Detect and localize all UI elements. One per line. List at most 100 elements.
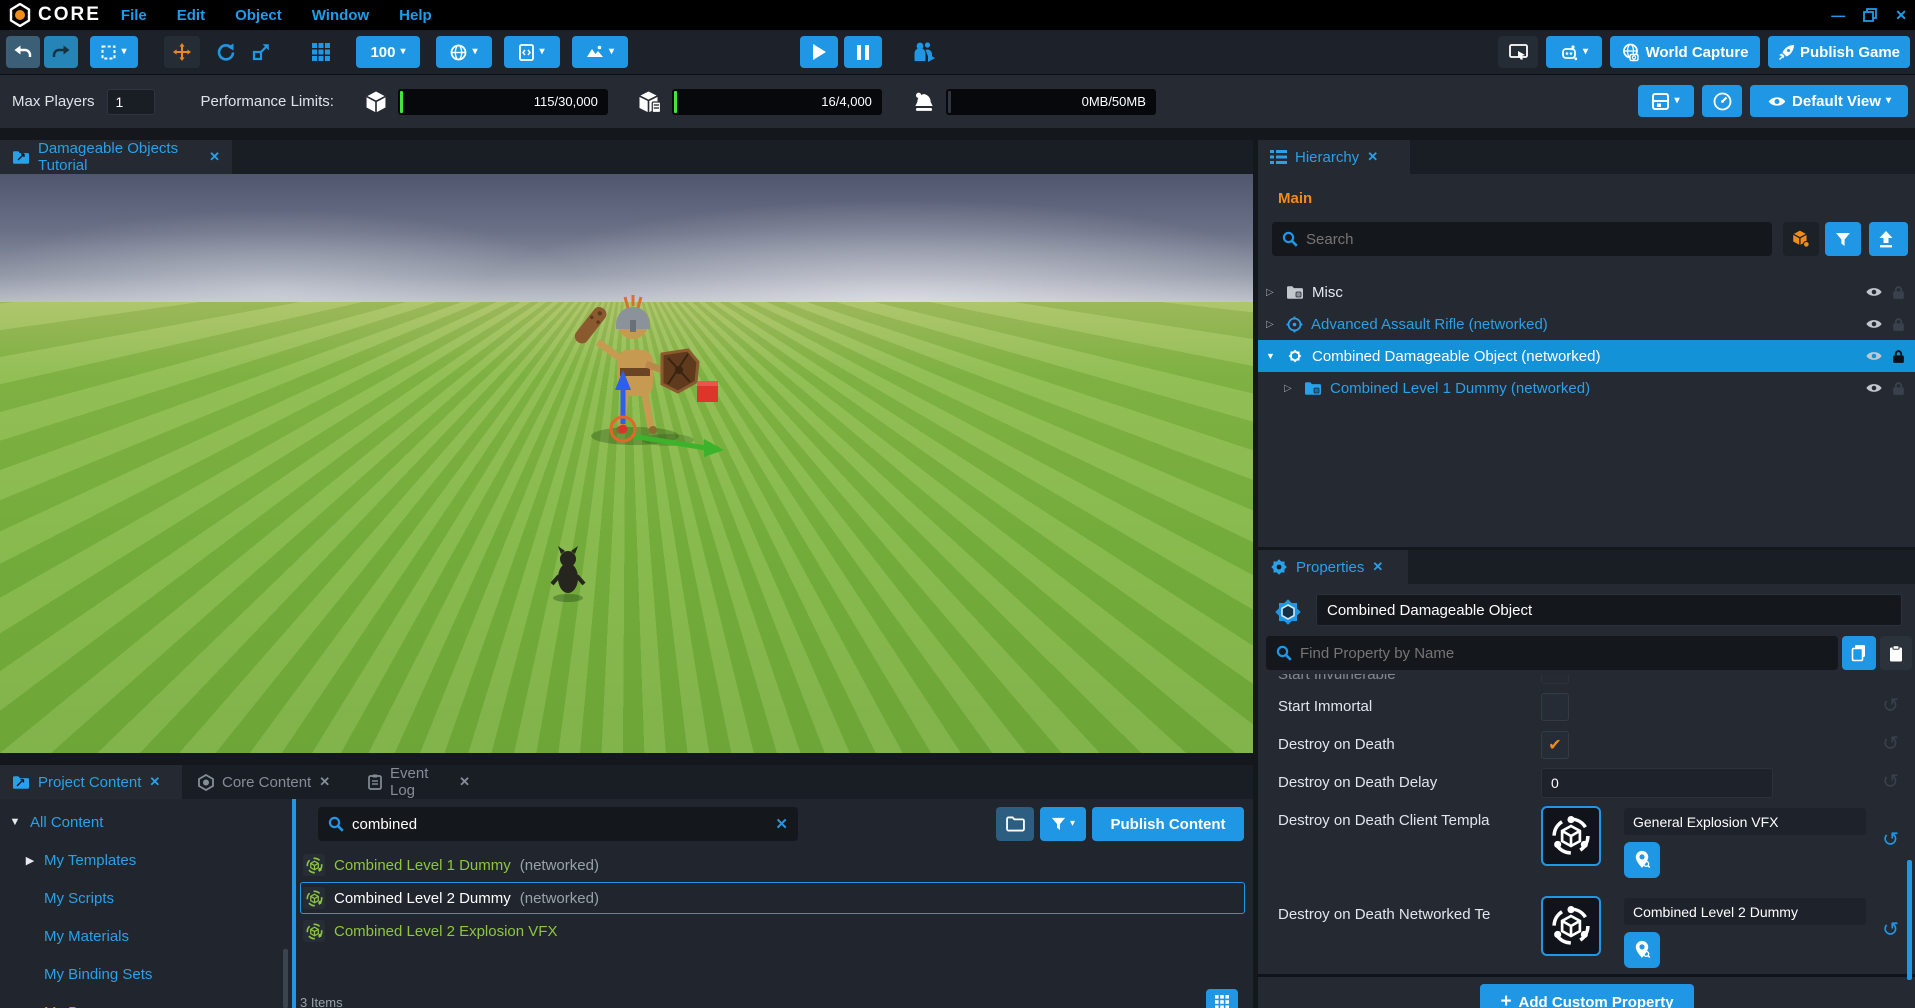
rotate-tool-button[interactable] — [208, 36, 242, 68]
hierarchy-item-misc[interactable]: ▷ Misc — [1258, 276, 1915, 308]
find-property-input[interactable] — [1300, 645, 1828, 662]
menu-window[interactable]: Window — [312, 7, 369, 24]
tab-hierarchy[interactable]: Hierarchy ✕ — [1258, 140, 1410, 174]
clear-search-icon[interactable]: ✕ — [775, 815, 788, 833]
small-creature[interactable] — [545, 546, 591, 604]
tab-close-icon[interactable]: ✕ — [319, 774, 330, 790]
lock-icon[interactable] — [1892, 285, 1905, 300]
properties-scrollbar[interactable] — [1907, 860, 1912, 980]
terrain-dropdown[interactable]: ▾ — [572, 36, 628, 68]
tab-project-content[interactable]: Project Content ✕ — [0, 765, 182, 799]
copy-properties-button[interactable] — [1842, 636, 1876, 670]
publish-content-button[interactable]: Publish Content — [1092, 807, 1244, 841]
sidebar-item-clipped[interactable]: My Ba — [0, 993, 288, 1008]
visibility-eye-icon[interactable] — [1865, 382, 1883, 394]
find-asset-button[interactable] — [1624, 932, 1660, 968]
menu-edit[interactable]: Edit — [177, 7, 205, 24]
hierarchy-item-damageable-selected[interactable]: ▼ Combined Damageable Object (networked) — [1258, 340, 1915, 372]
asset-cube-icon — [1791, 229, 1811, 249]
play-button[interactable] — [800, 36, 838, 68]
sidebar-item-my-materials[interactable]: My Materials — [0, 917, 288, 955]
expand-arrow-icon[interactable]: ▼ — [0, 816, 30, 828]
content-item-row-selected[interactable]: Combined Level 2 Dummy (networked) — [300, 882, 1245, 914]
export-button[interactable] — [1869, 222, 1903, 256]
tab-close-icon[interactable]: ✕ — [1372, 559, 1383, 575]
sidebar-scrollbar[interactable] — [283, 949, 288, 1008]
collapse-arrow-icon[interactable]: ▷ — [1266, 319, 1278, 330]
menu-help[interactable]: Help — [399, 7, 432, 24]
reset-icon-active[interactable]: ↺ — [1882, 920, 1899, 940]
open-folder-button[interactable] — [996, 807, 1034, 841]
move-tool-button[interactable] — [164, 36, 200, 68]
reset-icon[interactable]: ↺ — [1882, 734, 1899, 754]
select-tool-dropdown[interactable]: ▾ — [90, 36, 138, 68]
content-filter-dropdown[interactable]: ▾ — [1040, 807, 1086, 841]
visibility-eye-icon[interactable] — [1865, 318, 1883, 330]
visibility-eye-icon[interactable] — [1865, 350, 1883, 362]
checkbox[interactable] — [1541, 674, 1569, 684]
lock-icon[interactable] — [1892, 317, 1905, 332]
template-slot[interactable] — [1541, 896, 1601, 956]
reset-icon-active[interactable]: ↺ — [1882, 830, 1899, 850]
redo-button[interactable] — [44, 36, 78, 68]
scene-name-label: Main — [1278, 190, 1312, 207]
grid-size-dropdown[interactable]: 100 ▾ — [356, 36, 420, 68]
pause-button[interactable] — [844, 36, 882, 68]
viewport-tab[interactable]: Damageable Objects Tutorial ✕ — [0, 140, 232, 174]
find-property-field[interactable] — [1266, 636, 1838, 670]
scale-tool-button[interactable] — [244, 36, 278, 68]
3d-viewport[interactable] — [0, 174, 1253, 753]
hierarchy-filter-button[interactable] — [1825, 222, 1861, 256]
visibility-eye-icon[interactable] — [1865, 286, 1883, 298]
reset-icon[interactable]: ↺ — [1882, 772, 1899, 792]
collapse-arrow-icon[interactable]: ▶ — [16, 854, 44, 867]
sidebar-item-my-scripts[interactable]: My Scripts — [0, 879, 288, 917]
world-settings-dropdown[interactable]: ▾ — [436, 36, 492, 68]
tab-close-icon[interactable]: ✕ — [149, 774, 160, 790]
tab-event-log[interactable]: Event Log ✕ — [356, 765, 482, 799]
content-search-input[interactable] — [352, 816, 767, 833]
menu-file[interactable]: File — [121, 7, 147, 24]
property-row-networked-template: Destroy on Death Networked Te Combined L… — [1258, 892, 1915, 982]
viewport-tab-close-icon[interactable]: ✕ — [209, 149, 220, 165]
content-item-row[interactable]: Combined Level 1 Dummy (networked) — [300, 849, 1245, 881]
grid-snap-button[interactable] — [304, 36, 338, 68]
script-dropdown[interactable]: ▾ — [504, 36, 560, 68]
collapse-arrow-icon[interactable]: ▷ — [1284, 383, 1296, 394]
hierarchy-item-assault-rifle[interactable]: ▷ Advanced Assault Rifle (networked) — [1258, 308, 1915, 340]
reset-icon[interactable]: ↺ — [1882, 696, 1899, 716]
max-players-input[interactable] — [107, 89, 155, 115]
add-custom-property-button[interactable]: + Add Custom Property — [1480, 984, 1694, 1008]
play-icon — [812, 44, 826, 60]
content-search-field[interactable]: ✕ — [318, 807, 798, 841]
paste-properties-button[interactable] — [1880, 636, 1912, 670]
dummy-character[interactable] — [540, 290, 780, 580]
tab-close-icon[interactable]: ✕ — [459, 774, 470, 790]
sidebar-item-all-content[interactable]: ▼ All Content — [0, 803, 288, 841]
tab-core-content[interactable]: Core Content ✕ — [186, 765, 352, 799]
menu-object[interactable]: Object — [235, 7, 282, 24]
expand-arrow-icon[interactable]: ▼ — [1266, 351, 1278, 361]
content-item-row[interactable]: Combined Level 2 Explosion VFX — [300, 915, 1245, 947]
lock-icon[interactable] — [1892, 349, 1905, 364]
undo-button[interactable] — [6, 36, 40, 68]
grid-view-button[interactable] — [1206, 989, 1238, 1008]
object-name-input[interactable] — [1316, 594, 1902, 626]
checkbox-unchecked[interactable] — [1541, 693, 1569, 721]
template-slot[interactable] — [1541, 806, 1601, 866]
checkbox-checked[interactable]: ✔ — [1541, 731, 1569, 759]
tab-properties[interactable]: Properties ✕ — [1258, 550, 1408, 584]
hierarchy-search-field[interactable] — [1272, 222, 1772, 256]
tab-close-icon[interactable]: ✕ — [1367, 149, 1378, 165]
find-asset-button[interactable] — [1624, 842, 1660, 878]
hierarchy-item-level1-dummy[interactable]: ▷ Combined Level 1 Dummy (networked) — [1258, 372, 1915, 404]
hierarchy-search-input[interactable] — [1306, 231, 1762, 248]
delay-value-input[interactable] — [1541, 768, 1773, 798]
panel-divider[interactable] — [292, 799, 296, 1008]
multiplayer-preview-button[interactable] — [904, 36, 944, 68]
collapse-arrow-icon[interactable]: ▷ — [1266, 287, 1278, 298]
sidebar-item-my-templates[interactable]: ▶ My Templates — [0, 841, 288, 879]
sidebar-item-my-binding-sets[interactable]: My Binding Sets — [0, 955, 288, 993]
lock-icon[interactable] — [1892, 381, 1905, 396]
show-assets-button[interactable] — [1783, 222, 1819, 256]
